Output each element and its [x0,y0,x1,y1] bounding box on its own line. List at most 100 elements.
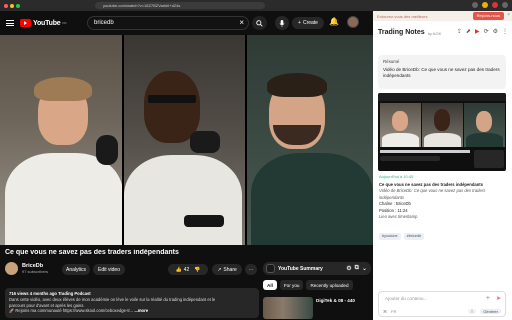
thumbs-down-icon[interactable]: 👎 [194,267,200,273]
chip-for-you[interactable]: For you [279,280,304,290]
summary-label: Résumé [383,59,400,64]
promo-banner: Entourez-vous des meilleurs Rejoins-nous… [373,11,512,21]
create-label: Create [302,20,318,26]
more-icon[interactable]: ⋮ [502,28,508,35]
composer-toolbar: ⌘ FR ≡ Générer [383,309,501,314]
language-label[interactable]: FR [391,309,396,314]
minimize-window-button[interactable] [10,3,14,8]
like-dislike-button[interactable]: 👍 42 👎 [168,264,208,275]
close-icon[interactable]: × [507,12,510,18]
video-panel-left [0,35,122,245]
settings-icon[interactable]: ⚙ [493,28,498,35]
sidebar-header: Trading Notes by AGK ⇪ ⬈ ▶ ⟳ ⚙ ⋮ [373,21,512,43]
youtube-icon[interactable]: ▶ [475,28,480,35]
robot-icon[interactable]: ⚙ [346,265,351,272]
notifications-icon[interactable]: 🔔 [329,17,339,26]
summary-text: Vidéo de BriceDb: Ce que vous ne savez p… [383,67,500,78]
youtube-header: YouTube FR bricedb × + Create 🔔 [0,11,373,35]
note-tags: #youtube #bricedb [379,233,425,240]
recommended-title[interactable]: DigiTek & 08 - 440 [316,298,366,304]
youtube-logo[interactable]: YouTube FR [20,19,67,27]
chip-recently-uploaded[interactable]: Recently uploaded [306,280,353,290]
video-description[interactable]: 716 views 4 months ago Trading Podcast D… [5,288,259,318]
promo-button[interactable]: Rejoins-nous [472,12,504,20]
note-link[interactable]: Lien avec timestamp [379,214,507,220]
channel-avatar[interactable] [5,262,18,275]
note-composer[interactable]: Ajouter du contenu... + ➤ ⌘ FR ≡ Générer [378,291,506,317]
edit-video-label: Edit video [98,266,120,273]
analytics-label: Analytics [65,266,86,273]
history-icon[interactable]: ⟳ [484,28,489,35]
promo-text: Entourez-vous des meilleurs [377,13,428,19]
microphone-icon [279,19,285,27]
description-line: 🚀 Rejoins ma communauté https://www.skoo… [9,308,134,314]
composer-input[interactable]: Ajouter du contenu... [385,296,427,301]
video-title: Ce que vous ne savez pas des traders ind… [5,249,179,256]
edit-video-button[interactable]: Edit video [93,264,125,275]
share-icon: ↗ [217,266,222,273]
recommended-video[interactable]: DigiTek & 08 - 440 [263,297,371,320]
plus-icon: + [298,20,301,26]
more-link[interactable]: ...more [134,308,148,313]
share-label: Share [223,266,237,273]
video-panel-center [124,35,245,245]
video-screenshot[interactable] [378,93,506,171]
chip-all[interactable]: All [263,280,277,290]
note-subtitle: Vidéo de BriceDb: Ce que vous ne savez p… [379,188,486,200]
summary-card: Résumé Vidéo de BriceDb: Ce que vous ne … [378,55,506,89]
copy-icon[interactable]: ⧉ [355,265,359,272]
share-button[interactable]: ↗ Share [212,264,242,275]
send-icon[interactable]: ➤ [496,295,501,302]
browser-toolbar: youtube.com/watch?v=16Z7BZVarkbl+d24s [0,0,512,11]
address-bar[interactable]: youtube.com/watch?v=16Z7BZVarkbl+d24s [95,2,265,9]
recommendation-filters: All For you Recently uploaded [263,280,353,290]
share-icon[interactable]: ⇪ [457,28,462,35]
export-icon[interactable]: ⬈ [466,28,471,35]
maximize-window-button[interactable] [16,3,20,8]
summary-tools: ⚙ ⧉ ⌄ [346,265,371,272]
youtube-page: YouTube FR bricedb × + Create 🔔 Ce que v… [0,11,373,320]
channel-info[interactable]: BriceDb 97 subscribers [5,262,48,275]
analytics-button[interactable]: Analytics [62,264,90,275]
tag[interactable]: #youtube [379,233,401,240]
text-format-icon[interactable]: ⌘ [383,309,387,314]
extension-icon[interactable] [472,2,478,8]
description-meta: 716 views 4 months ago Trading Podcast [9,291,91,296]
like-count: 42 [183,266,190,273]
window-controls[interactable] [4,3,20,8]
extension-icons [472,2,508,8]
channel-subscribers: 97 subscribers [22,269,49,274]
youtube-play-icon [20,19,31,27]
note-timestamp: Aujourd'hui à 10:45 [379,174,414,179]
tag[interactable]: #bricedb [403,233,425,240]
extension-icon[interactable] [492,2,498,8]
template-icon[interactable]: ≡ [467,309,477,314]
video-info: Ce que vous ne savez pas des traders ind… [0,245,373,320]
generate-button[interactable]: Générer [480,309,501,314]
avatar[interactable] [347,16,359,28]
menu-icon[interactable] [6,20,14,26]
voice-search-button[interactable] [275,16,289,30]
note-content: Ce que vous ne savez pas des traders ind… [379,182,507,220]
more-icon: ⋯ [248,266,254,273]
summary-logo-icon [266,264,275,273]
thumbs-up-icon[interactable]: 👍 [175,267,181,273]
search-button[interactable] [252,16,267,30]
trading-notes-sidebar: Entourez-vous des meilleurs Rejoins-nous… [373,11,512,320]
profile-icon[interactable] [502,2,508,8]
video-player[interactable] [0,35,373,245]
sidebar-title: Trading Notes [378,28,425,36]
add-icon[interactable]: + [486,295,490,302]
search-value: bricedb [94,20,114,26]
search-input[interactable]: bricedb × [87,16,249,30]
recommended-thumbnail[interactable] [263,297,313,319]
chevron-down-icon[interactable]: ⌄ [362,265,367,272]
more-actions-button[interactable]: ⋯ [245,264,257,275]
youtube-summary-bar[interactable]: YouTube Summary ⚙ ⧉ ⌄ [263,262,371,275]
create-button[interactable]: + Create [292,17,324,29]
close-window-button[interactable] [4,3,8,8]
video-panel-right [247,35,373,245]
close-icon[interactable]: × [239,18,244,27]
summary-label: YouTube Summary [278,265,323,272]
extension-icon[interactable] [482,2,488,8]
